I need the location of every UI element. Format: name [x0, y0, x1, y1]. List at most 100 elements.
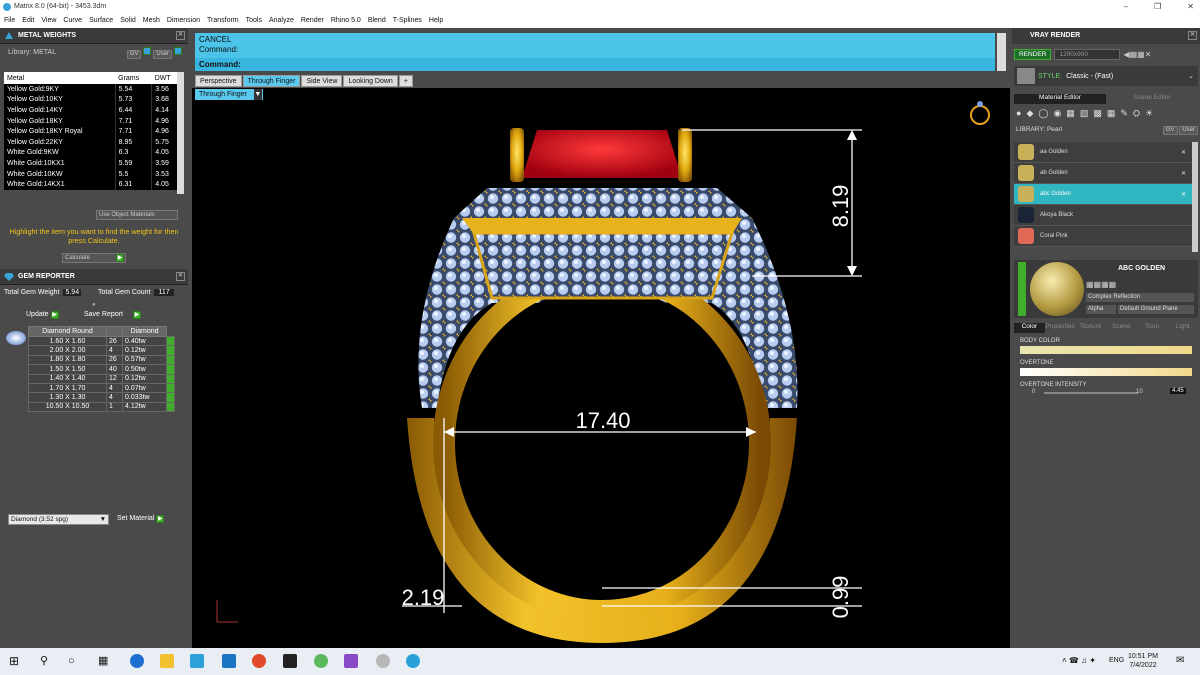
alpha-field[interactable]: Alpha: [1086, 305, 1116, 314]
body-color-slider[interactable]: [1020, 346, 1192, 354]
table-row[interactable]: 1.40 X 1.40 12 0.12tw: [28, 373, 175, 384]
preview-tools-icon[interactable]: ▦▦▦▦: [1086, 280, 1194, 290]
tab-through-finger[interactable]: Through Finger: [242, 75, 301, 87]
list-item[interactable]: abc Golden ✕: [1014, 184, 1192, 205]
menu-item-transform[interactable]: Transform: [207, 14, 239, 28]
bulb-icon[interactable]: ☀: [1145, 108, 1153, 119]
row-go-icon[interactable]: [166, 364, 175, 375]
tab-material-editor[interactable]: Material Editor: [1014, 94, 1106, 104]
row-go-icon[interactable]: [166, 335, 175, 347]
table-row[interactable]: Yellow Gold:9KY 5.54 3.56: [4, 84, 182, 95]
task-view-icon[interactable]: ▦: [98, 654, 112, 668]
list-item[interactable]: aa Golden ✕: [1014, 142, 1192, 163]
subtab-light[interactable]: Light: [1167, 323, 1198, 333]
table-row[interactable]: White Gold:10KW 5.5 3.53: [4, 168, 182, 180]
command-scrollbar[interactable]: [997, 33, 1006, 71]
viewport[interactable]: Through Finger ▼ 17.40 8.19 2.19 0.99: [192, 88, 1010, 650]
tab-looking-down[interactable]: Looking Down: [343, 75, 398, 87]
menu-item-edit[interactable]: Edit: [22, 14, 34, 28]
edge-icon[interactable]: [130, 654, 144, 668]
ring-tool-icon[interactable]: ◯: [1038, 108, 1048, 119]
table-row[interactable]: White Gold:9KW 6.3 4.05: [4, 147, 182, 159]
table-row[interactable]: Yellow Gold:18KY 7.71 4.96: [4, 115, 182, 127]
maximize-icon[interactable]: ❐: [1154, 0, 1161, 14]
app-red-icon[interactable]: [283, 654, 297, 668]
list-item[interactable]: Coral Pink: [1014, 226, 1192, 247]
pearl-tool-icon[interactable]: ◉: [1053, 108, 1061, 119]
intensity-value[interactable]: 4.45: [1170, 388, 1186, 394]
notifications-icon[interactable]: ✉: [1176, 655, 1184, 666]
paint-icon[interactable]: ✎: [1120, 108, 1128, 119]
tab-side-view[interactable]: Side View: [301, 75, 343, 87]
row-go-icon[interactable]: [166, 392, 175, 403]
material-select[interactable]: Diamond (3.52 spg) ▼: [8, 514, 109, 525]
gv-toggle[interactable]: [143, 47, 152, 55]
language-indicator[interactable]: ENG: [1109, 657, 1124, 664]
subtab-texture[interactable]: Texture: [1075, 323, 1106, 333]
splitter-icon[interactable]: ●: [92, 302, 96, 308]
close-vray-icon[interactable]: ✕: [1188, 31, 1197, 40]
tray-icons[interactable]: ˄ ☎ ♫ ✦: [1062, 656, 1096, 665]
update-button[interactable]: Update ▶: [26, 311, 59, 319]
col-diamond-round[interactable]: Diamond Round: [28, 326, 107, 337]
ground-plane-select[interactable]: Default Ground Plane: [1118, 305, 1194, 314]
col-diamond[interactable]: Diamond: [122, 326, 167, 337]
gv-button[interactable]: GV: [126, 50, 142, 59]
style-row[interactable]: STYLE: Classic - (Fast) ⌄: [1014, 66, 1198, 86]
table-row[interactable]: Yellow Gold:18KY Royal 7.71 4.96: [4, 126, 182, 137]
search-icon[interactable]: ⚲: [40, 654, 54, 668]
close-panel-icon[interactable]: ✕: [176, 31, 185, 40]
overtone-intensity-slider[interactable]: [1044, 392, 1138, 394]
col-metal[interactable]: Metal: [4, 72, 116, 84]
save-report-button[interactable]: Save Report ▶: [84, 311, 141, 319]
tab-add[interactable]: +: [398, 75, 413, 87]
tab-perspective[interactable]: Perspective: [195, 75, 242, 87]
metal-scrollbar[interactable]: [177, 72, 184, 194]
clock[interactable]: 10:51 PM 7/4/2022: [1128, 652, 1158, 670]
table-row[interactable]: 10.50 X 10.50 1 4.12tw: [28, 401, 175, 413]
material-list-scrollbar[interactable]: [1192, 142, 1198, 252]
menu-item-surface[interactable]: Surface: [89, 14, 113, 28]
set-material-button[interactable]: Set Material ▶: [117, 515, 165, 523]
menu-item-help[interactable]: Help: [429, 14, 443, 28]
table-row[interactable]: Yellow Gold:14KY 6.44 4.14: [4, 105, 182, 116]
table-row[interactable]: 1.50 X 1.50 40 0.50tw: [28, 364, 175, 375]
col-grams[interactable]: Grams: [115, 72, 152, 84]
table-row[interactable]: 1.30 X 1.30 4 0.033tw: [28, 392, 175, 403]
use-object-materials-checkbox[interactable]: Use Object Materials: [96, 210, 178, 220]
remove-icon[interactable]: ✕: [1181, 191, 1186, 198]
row-go-icon[interactable]: [166, 354, 175, 366]
minimize-icon[interactable]: –: [1124, 0, 1128, 14]
table-row[interactable]: Yellow Gold:22KY 8.95 5.75: [4, 136, 182, 148]
row-go-icon[interactable]: [166, 345, 175, 356]
menu-item-t-splines[interactable]: T-Splines: [393, 14, 422, 28]
menu-item-rhino-5-0[interactable]: Rhino 5.0: [331, 14, 361, 28]
vray-user-button[interactable]: User: [1179, 126, 1198, 135]
material-type-select[interactable]: Complex Reflection: [1086, 293, 1194, 302]
windows-start-icon[interactable]: ⊞: [9, 654, 23, 668]
matrix-taskbar-icon[interactable]: [406, 654, 420, 668]
row-go-icon[interactable]: [166, 382, 175, 394]
menu-item-render[interactable]: Render: [301, 14, 324, 28]
row-go-icon[interactable]: [166, 401, 175, 413]
menu-item-mesh[interactable]: Mesh: [143, 14, 160, 28]
command-input[interactable]: Command:: [195, 58, 995, 71]
remove-icon[interactable]: ✕: [1181, 149, 1186, 156]
calculate-button[interactable]: Calculate ▶: [62, 253, 126, 263]
rhino-icon[interactable]: [376, 654, 390, 668]
menu-item-tools[interactable]: Tools: [246, 14, 262, 28]
mail-icon[interactable]: [222, 654, 236, 668]
app-green-icon[interactable]: [314, 654, 328, 668]
menu-item-view[interactable]: View: [41, 14, 56, 28]
app-molecule-icon[interactable]: [344, 654, 358, 668]
subtab-scene[interactable]: Scene: [1106, 323, 1137, 333]
table-row[interactable]: White Gold:10KX1 5.59 3.59: [4, 158, 182, 169]
table-row[interactable]: Yellow Gold:10KY 5.73 3.68: [4, 94, 182, 106]
col-count[interactable]: [106, 326, 123, 337]
close-icon[interactable]: ✕: [1187, 0, 1194, 14]
table-row[interactable]: White Gold:14KX1 6.31 4.05: [4, 179, 182, 190]
resolution-field[interactable]: 1200x900: [1054, 48, 1121, 60]
menu-item-dimension[interactable]: Dimension: [167, 14, 200, 28]
cortana-icon[interactable]: ○: [68, 654, 82, 668]
list-item[interactable]: Akoya Black: [1014, 205, 1192, 226]
